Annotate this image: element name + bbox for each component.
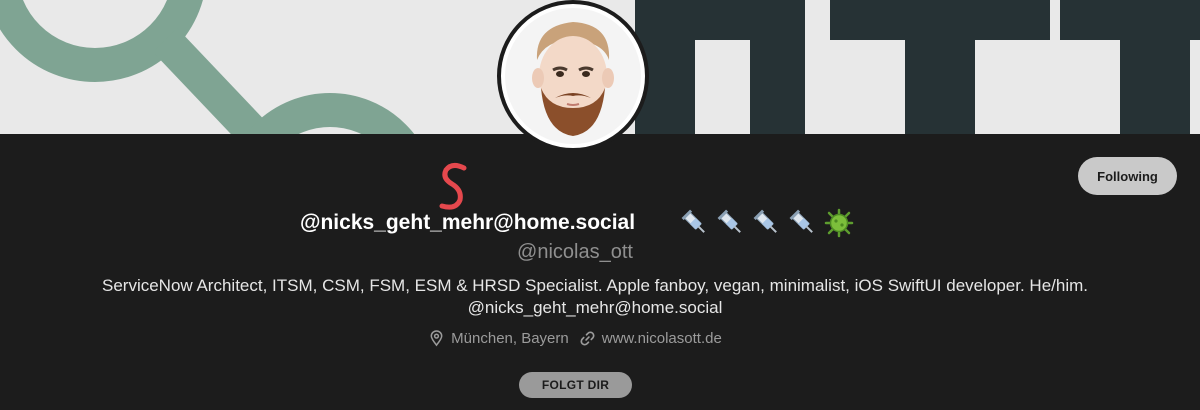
avatar-memoji xyxy=(505,8,641,144)
location-pin-icon xyxy=(430,330,443,347)
bio-line: ServiceNow Architect, ITSM, CSM, FSM, ES… xyxy=(101,276,1089,295)
virus-icon xyxy=(824,208,854,238)
red-s-annotation xyxy=(439,162,467,210)
link-icon xyxy=(580,331,595,346)
website-link[interactable]: www.nicolasott.de xyxy=(602,330,722,347)
profile-info-panel xyxy=(0,134,1200,410)
syringe-icon xyxy=(681,209,705,233)
username-handle: @nicolas_ott xyxy=(517,241,633,263)
display-name-emojis xyxy=(680,208,854,238)
profile-meta: München, Bayern www.nicolasott.de xyxy=(0,330,1150,347)
follows-you-badge: FOLGT DIR xyxy=(519,372,632,398)
bio-mention-link[interactable]: @nicks_geht_mehr@home.social xyxy=(40,297,1150,319)
website[interactable]: www.nicolasott.de xyxy=(579,330,722,347)
syringe-icon xyxy=(717,209,741,233)
display-name: @nicks_geht_mehr@home.social xyxy=(300,211,636,234)
location-text: München, Bayern xyxy=(451,330,569,347)
syringe-icon xyxy=(789,209,813,233)
following-button[interactable]: Following xyxy=(1078,157,1177,195)
avatar[interactable] xyxy=(497,0,649,152)
location: München, Bayern xyxy=(428,330,569,347)
syringe-icon xyxy=(753,209,777,233)
profile-bio: ServiceNow Architect, ITSM, CSM, FSM, ES… xyxy=(40,275,1150,319)
